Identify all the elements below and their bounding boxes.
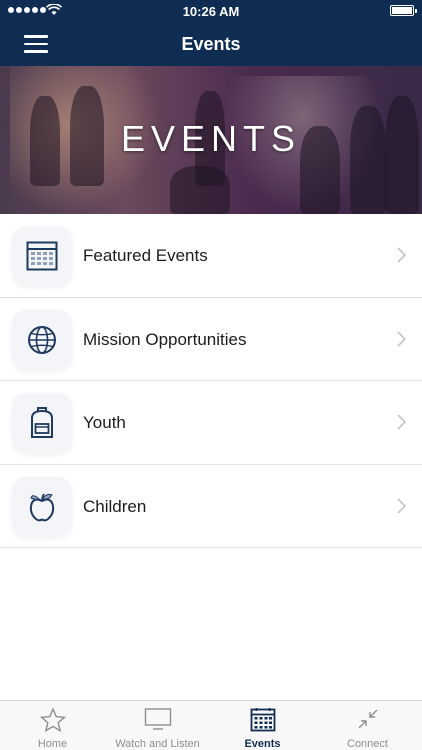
calendar-icon xyxy=(12,226,72,286)
chevron-right-icon xyxy=(397,497,406,514)
tab-label: Watch and Listen xyxy=(115,738,200,750)
list-item-label: Featured Events xyxy=(83,246,208,265)
apple-icon xyxy=(12,476,72,537)
page-title: Events xyxy=(181,34,241,54)
tab-home[interactable]: Home xyxy=(0,701,105,750)
list-item-children[interactable]: Children xyxy=(0,464,422,548)
list-item-label: Youth xyxy=(83,413,126,432)
chevron-right-icon xyxy=(397,414,406,430)
tab-connect[interactable]: Connect xyxy=(315,701,420,750)
connect-arrows-icon xyxy=(358,709,377,729)
star-icon xyxy=(39,707,66,733)
status-time: 10:26 AM xyxy=(182,4,240,19)
calendar-icon xyxy=(250,708,275,732)
tab-events[interactable]: Events xyxy=(210,701,315,750)
tab-label: Home xyxy=(37,738,68,750)
list-item-featured-events[interactable]: Featured Events xyxy=(0,214,422,298)
hero-banner: EVENTS xyxy=(0,66,422,214)
tab-label: Connect xyxy=(347,738,388,750)
tab-watch-and-listen[interactable]: Watch and Listen xyxy=(105,701,210,750)
battery-icon xyxy=(390,5,417,16)
list-item-label: Children xyxy=(83,496,147,516)
chevron-right-icon xyxy=(397,247,406,263)
navigation-bar: Events xyxy=(0,22,422,66)
tab-bar: Home Watch and Listen Events Connect xyxy=(0,700,422,750)
globe-icon xyxy=(12,309,72,370)
list-item-youth[interactable]: Youth xyxy=(0,381,422,465)
chevron-right-icon xyxy=(397,330,406,347)
tv-icon xyxy=(144,708,171,730)
list-item-label: Mission Opportunities xyxy=(83,329,247,349)
hamburger-menu-icon[interactable] xyxy=(24,35,48,53)
tab-label: Events xyxy=(244,738,281,750)
status-bar: 10:26 AM xyxy=(0,0,422,22)
event-category-list: Featured Events Mission Opportunities Yo… xyxy=(0,214,422,548)
hero-title: EVENTS xyxy=(120,118,302,159)
backpack-icon xyxy=(12,393,72,453)
list-item-mission-opportunities[interactable]: Mission Opportunities xyxy=(0,297,422,381)
